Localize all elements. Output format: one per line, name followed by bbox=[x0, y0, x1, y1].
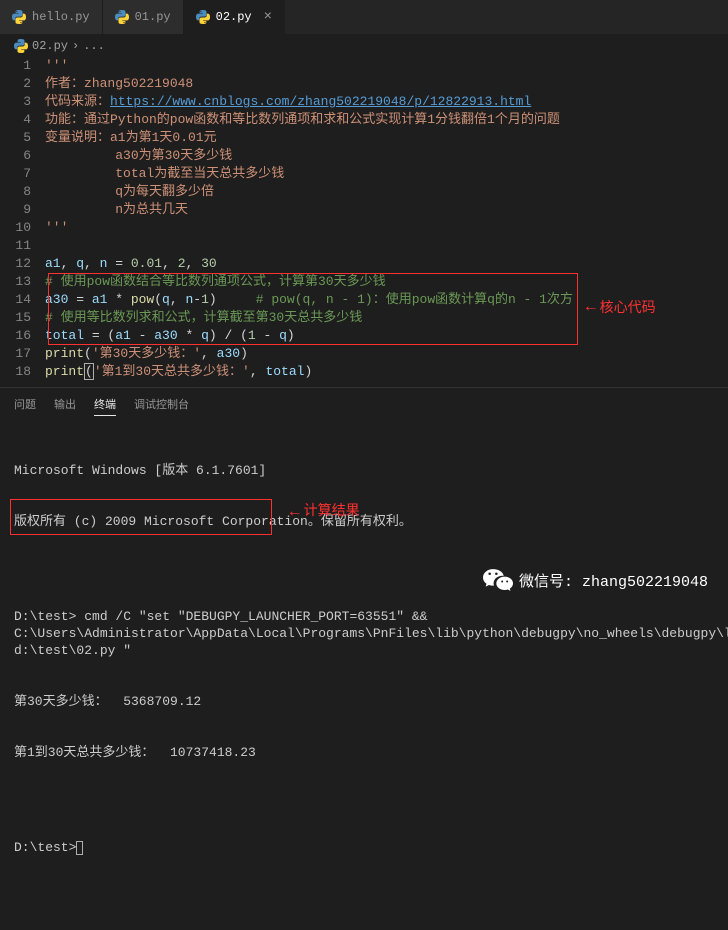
python-icon bbox=[115, 10, 129, 24]
terminal-output: 第30天多少钱： 5368709.12 bbox=[14, 693, 714, 710]
panel-tab-problems[interactable]: 问题 bbox=[14, 396, 36, 416]
wechat-icon bbox=[483, 567, 513, 593]
wechat-watermark: 微信号: zhang502219048 bbox=[483, 567, 708, 593]
python-icon bbox=[12, 10, 26, 24]
panel-tab-output[interactable]: 输出 bbox=[54, 396, 76, 416]
tab-02[interactable]: 02.py × bbox=[184, 0, 285, 34]
line-gutter: 123 456 789 101112 131415 161718 bbox=[0, 57, 45, 381]
terminal[interactable]: Microsoft Windows [版本 6.1.7601] 版权所有 (c)… bbox=[0, 422, 728, 930]
terminal-cmd: D:\test> cmd /C "set "DEBUGPY_LAUNCHER_P… bbox=[14, 608, 714, 659]
tab-01[interactable]: 01.py bbox=[103, 0, 184, 34]
terminal-prompt: D:\test> bbox=[14, 839, 714, 856]
wechat-label: 微信号: zhang502219048 bbox=[519, 570, 708, 591]
panel-tab-debug[interactable]: 调试控制台 bbox=[134, 396, 189, 416]
breadcrumb[interactable]: 02.py › ... bbox=[0, 35, 728, 57]
breadcrumb-file: 02.py bbox=[32, 39, 68, 53]
terminal-line: 版权所有 (c) 2009 Microsoft Corporation。保留所有… bbox=[14, 513, 714, 530]
breadcrumb-sep: › bbox=[72, 39, 79, 53]
panel-tabs: 问题 输出 终端 调试控制台 bbox=[0, 387, 728, 422]
tab-label: 01.py bbox=[135, 10, 171, 24]
annotation-core: 核心代码 bbox=[586, 297, 656, 317]
breadcrumb-more: ... bbox=[83, 39, 105, 53]
close-icon[interactable]: × bbox=[264, 9, 272, 25]
code-editor[interactable]: 123 456 789 101112 131415 161718 ''' 作者：… bbox=[0, 57, 728, 381]
tab-bar: hello.py 01.py 02.py × bbox=[0, 0, 728, 35]
code-content[interactable]: ''' 作者：zhang502219048 代码来源：https://www.c… bbox=[45, 57, 728, 381]
annotation-result: 计算结果 bbox=[290, 504, 360, 521]
terminal-line: Microsoft Windows [版本 6.1.7601] bbox=[14, 462, 714, 479]
panel-tab-terminal[interactable]: 终端 bbox=[94, 396, 116, 416]
tab-label: hello.py bbox=[32, 10, 90, 24]
python-icon bbox=[14, 39, 28, 53]
python-icon bbox=[196, 10, 210, 24]
terminal-output: 第1到30天总共多少钱： 10737418.23 bbox=[14, 744, 714, 761]
tab-hello[interactable]: hello.py bbox=[0, 0, 103, 34]
tab-label: 02.py bbox=[216, 10, 252, 24]
